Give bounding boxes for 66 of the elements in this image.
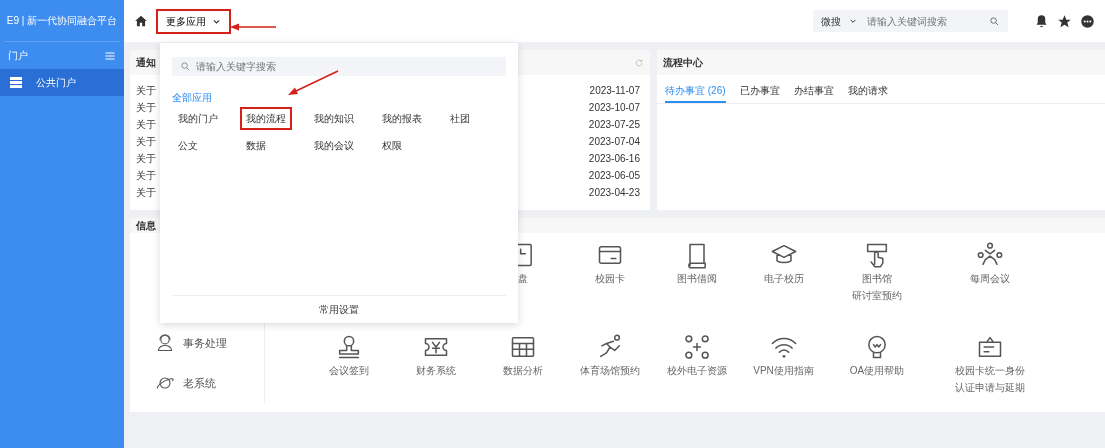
star-icon[interactable]	[1057, 13, 1072, 29]
app-shortcut[interactable]: 会议签到	[305, 333, 392, 415]
app-shortcut[interactable]: 校园卡	[566, 241, 653, 323]
side-menu-item[interactable]: 事务处理	[183, 334, 227, 352]
card-title: 信息	[136, 219, 156, 233]
app-shortcut[interactable]: 财务系统	[392, 333, 479, 415]
notice-title[interactable]: 关于	[136, 185, 156, 200]
notice-date: 2023-07-25	[588, 118, 640, 132]
nodes-icon	[682, 333, 711, 361]
app-shortcut[interactable]: VPN使用指南	[740, 333, 827, 415]
notice-date: 2023-10-07	[588, 101, 640, 115]
settings-link[interactable]: 常用设置	[172, 295, 506, 323]
search-scope[interactable]: 微搜	[821, 13, 841, 29]
app-link[interactable]: 公文	[172, 134, 204, 157]
notice-title[interactable]: 关于	[136, 168, 156, 183]
app-link[interactable]: 我的流程	[240, 107, 292, 130]
headset-person-icon	[155, 333, 175, 353]
list-icon	[10, 77, 22, 88]
annotation-arrow	[288, 70, 339, 95]
group-heading: 全部应用	[172, 91, 213, 105]
notice-title[interactable]: 关于	[136, 83, 156, 98]
app-shortcut[interactable]: 校园卡统一身份 认证申请与延期	[927, 333, 1052, 415]
bell-icon[interactable]	[1034, 13, 1049, 29]
notice-title[interactable]: 关于	[136, 134, 156, 149]
app-shortcut[interactable]: 数据分析	[479, 333, 566, 415]
annotation-arrow	[230, 23, 277, 31]
app-link[interactable]: 我的会议	[308, 134, 360, 157]
app-link[interactable]: 权限	[376, 134, 408, 157]
card-title: 流程中心	[663, 56, 703, 70]
notice-date: 2023-07-04	[588, 135, 640, 149]
flow-tab[interactable]: 待办事宜 (26)	[665, 77, 726, 103]
section-label: 门户	[8, 49, 28, 63]
app-link[interactable]: 社团	[444, 107, 476, 130]
app-link[interactable]: 我的门户	[172, 107, 224, 130]
dropdown-search-field[interactable]: 请输入关键字搜索	[172, 57, 506, 76]
notice-date: 2023-11-07	[589, 84, 640, 98]
flow-tab[interactable]: 已办事宜	[739, 77, 780, 103]
search-icon	[989, 15, 1000, 27]
search-field[interactable]: 微搜 请输入关键词搜索	[813, 10, 1008, 32]
more-icon[interactable]	[1080, 13, 1095, 29]
notice-title[interactable]: 关于	[136, 117, 156, 132]
sidebar-item[interactable]: 公共门户	[0, 69, 124, 96]
card-title: 通知	[136, 56, 156, 70]
app-shortcut[interactable]: 体育场馆预约	[566, 333, 653, 415]
app-link[interactable]: 数据	[240, 134, 272, 157]
notice-date: 2023-04-23	[588, 186, 640, 200]
notice-date: 2023-06-05	[588, 169, 640, 183]
app-link[interactable]: 我的知识	[308, 107, 360, 130]
caret-icon	[849, 17, 857, 25]
app-shortcut[interactable]: 电子校历	[740, 241, 827, 323]
flow-tab[interactable]: 办结事宜	[793, 77, 834, 103]
notice-date: 2023-06-16	[588, 152, 640, 166]
flow-tab[interactable]: 我的请求	[847, 77, 888, 103]
app-shortcut[interactable]: OA使用帮助	[827, 333, 927, 415]
app-link[interactable]: 我的报表	[376, 107, 428, 130]
side-menu-item[interactable]: 老系统	[183, 374, 216, 392]
app-shortcut[interactable]: 校外电子资源	[653, 333, 740, 415]
home-icon[interactable]	[134, 14, 148, 28]
notice-title[interactable]: 关于	[136, 100, 156, 115]
app-shortcut[interactable]: 图书借阅	[653, 241, 740, 323]
app-shortcut[interactable]: 每周会议	[927, 241, 1052, 323]
platform-title: E9 | 新一代协同融合平台	[4, 0, 120, 42]
notice-title[interactable]: 关于	[136, 151, 156, 166]
search-icon	[180, 61, 191, 72]
app-shortcut[interactable]: 图书馆 研讨室预约	[827, 241, 927, 323]
more-apps-button[interactable]: 更多应用	[156, 8, 231, 34]
